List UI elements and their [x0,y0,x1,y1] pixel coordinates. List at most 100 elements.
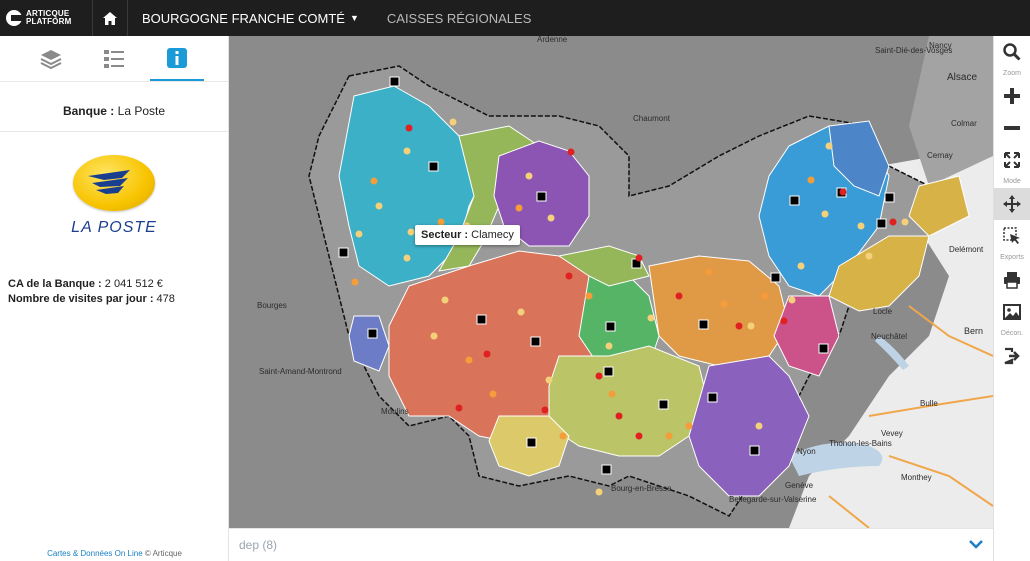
logo-line-2: PLATFORM [26,17,72,26]
agency-marker[interactable] [536,191,547,202]
region-dropdown-label: BOURGOGNE FRANCHE COMTÉ [142,10,345,26]
select-area-icon [1003,227,1020,244]
map-svg: Ardenne Chaumont Alsace Nancy Saint-Dié-… [257,36,993,528]
map-label-geneve: Genève [785,481,814,490]
agency-marker[interactable] [601,464,612,475]
map-label-locle: Locle [873,307,893,316]
map-label-vevey: Vevey [881,429,903,438]
map-label-bern: Bern [964,326,983,336]
ca-value: 2 041 512 € [104,278,163,290]
articque-logo-icon [6,10,22,26]
region-dropdown[interactable]: BOURGOGNE FRANCHE COMTÉ ▼ [128,0,373,36]
agency-marker[interactable] [605,321,616,332]
credits-text: © Articque [144,549,182,558]
sector-tooltip: Secteur : Clamecy [415,225,520,245]
map-label-bourges: Bourges [257,301,287,310]
pan-mode-button[interactable] [994,188,1030,220]
map-label-bellegarde: Bellegarde-sur-Valserine [729,495,817,504]
home-button[interactable] [92,0,128,36]
layer-name: dep (8) [239,538,278,552]
la-poste-bird-icon [73,155,155,211]
map-label-moulins: Moulins [381,407,409,416]
articque-logo[interactable]: ARTICQUE PLATFORM [0,0,92,36]
agency-marker[interactable] [884,192,895,203]
map-label-thonon: Thonon-les-Bains [829,439,892,448]
right-toolbar: Zoom Mode Exports Décon. [993,36,1030,561]
export-image-button[interactable] [994,296,1030,328]
bank-label: Banque : [62,104,115,118]
logout-button[interactable] [994,340,1030,372]
caret-down-icon: ▼ [349,13,359,23]
search-icon [1003,43,1021,61]
agency-marker[interactable] [876,218,887,229]
expand-icon [1004,152,1020,168]
info-icon [166,47,187,68]
layers-icon [40,49,62,69]
agency-marker[interactable] [367,328,378,339]
ca-label: CA de la Banque : [8,278,102,290]
zoom-out-button[interactable] [994,112,1030,144]
decon-label: Décon. [1000,330,1024,337]
agency-marker[interactable] [428,161,439,172]
agency-marker[interactable] [707,392,718,403]
layer-bar[interactable]: dep (8) [229,528,993,561]
map-label-colmar: Colmar [951,119,977,128]
print-button[interactable] [994,264,1030,296]
bank-name: Banque : La Poste [0,82,228,132]
mode-label: Mode [1003,178,1021,185]
map-label-alsace: Alsace [947,72,977,83]
chevron-down-icon[interactable] [969,540,983,550]
credits-link[interactable]: Cartes & Données On Line [47,549,143,558]
visits-value: 478 [156,293,175,305]
map-label-neuchatel: Neuchâtel [871,332,907,341]
exports-label: Exports [1000,254,1024,261]
list-icon [103,49,124,68]
ca-line: CA de la Banque : 2 041 512 € [8,277,220,292]
map-label-saint-amand: Saint-Amand-Montrond [259,367,342,376]
map-label-delemont: Delémont [949,245,984,254]
credits: Cartes & Données On Line © Articque [0,549,229,558]
bank-stats: CA de la Banque : 2 041 512 € Nombre de … [0,260,228,307]
agency-marker[interactable] [530,336,541,347]
agency-marker[interactable] [789,195,800,206]
caisses-regionales-link[interactable]: CAISSES RÉGIONALES [373,0,546,36]
agency-marker[interactable] [770,272,781,283]
agency-marker[interactable] [338,247,349,258]
agency-marker[interactable] [603,366,614,377]
tab-info[interactable] [149,36,204,81]
agency-marker[interactable] [818,343,829,354]
agency-marker[interactable] [698,319,709,330]
zoom-label: Zoom [1003,70,1021,77]
la-poste-wordmark: LA POSTE [71,219,157,236]
panel-tabs [0,36,228,82]
lake-neuchatel [875,336,909,370]
left-panel: Banque : La Poste LA POSTE CA de la Banq… [0,36,229,561]
map-label-cernay: Cernay [927,151,953,160]
map-canvas[interactable]: Ardenne Chaumont Alsace Nancy Saint-Dié-… [229,36,993,528]
tab-legend[interactable] [87,36,141,81]
map-label-chaumont: Chaumont [633,114,671,123]
visits-label: Nombre de visites par jour : [8,293,154,305]
home-icon [103,11,117,25]
agency-marker[interactable] [658,399,669,410]
agency-marker[interactable] [749,445,760,456]
fullscreen-button[interactable] [994,144,1030,176]
zoom-in-button[interactable] [994,80,1030,112]
agency-marker[interactable] [526,437,537,448]
map-label-nyon: Nyon [797,447,816,456]
map-label-bulle: Bulle [920,399,938,408]
agency-marker[interactable] [389,76,400,87]
agency-marker[interactable] [476,314,487,325]
select-mode-button[interactable] [994,220,1030,252]
map-label-bourg: Bourg-en-Bresse [611,484,672,493]
search-button[interactable] [994,36,1030,68]
tooltip-value: Clamecy [471,229,514,241]
map-label-monthey: Monthey [901,473,932,482]
tooltip-label: Secteur : [421,229,469,241]
move-icon [1003,195,1021,213]
tab-layers[interactable] [24,36,78,81]
map-label-saint-die: Saint-Dié-des-Vosges [875,46,952,55]
top-bar: ARTICQUE PLATFORM BOURGOGNE FRANCHE COMT… [0,0,1030,36]
logout-icon [1004,347,1020,365]
image-icon [1003,304,1021,320]
